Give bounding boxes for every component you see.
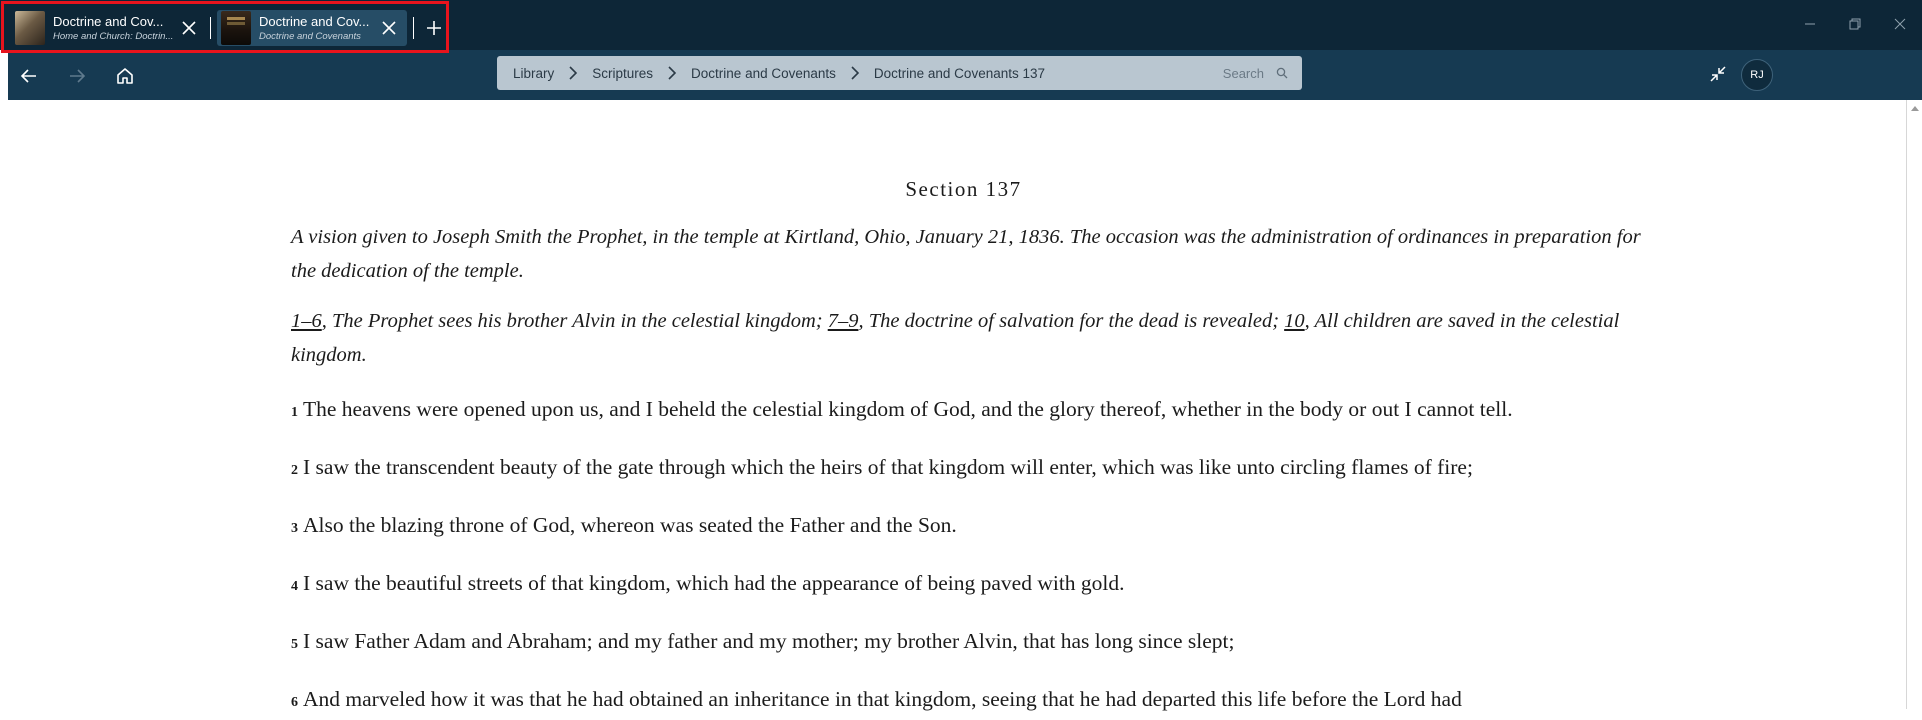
verse[interactable]: 5 I saw Father Adam and Abraham; and my f… <box>291 624 1641 662</box>
chevron-right-icon <box>850 66 860 80</box>
breadcrumb: Library Scriptures Doctrine and Covenant… <box>497 56 1302 90</box>
tab-subtitle: Home and Church: Doctrin... <box>53 30 174 42</box>
section-title: Section 137 <box>905 177 1022 201</box>
home-button[interactable] <box>112 63 138 89</box>
verse-text: Also the blazing throne of God, whereon … <box>303 513 957 537</box>
minimize-icon <box>1805 23 1815 25</box>
close-icon <box>1894 18 1906 30</box>
tab-thumbnail-image <box>15 11 45 45</box>
chevron-right-icon <box>568 66 578 80</box>
verse-number: 4 <box>291 579 298 594</box>
verse-number: 1 <box>291 405 298 420</box>
back-button[interactable] <box>16 63 42 89</box>
verse[interactable]: 6 And marveled how it was that he had obt… <box>291 682 1641 720</box>
new-tab-button[interactable] <box>422 16 446 40</box>
breadcrumb-library[interactable]: Library <box>513 66 554 81</box>
tab-doctrine-and-covenants[interactable]: Doctrine and Cov... Doctrine and Covenan… <box>217 10 407 46</box>
window-edge <box>0 0 8 709</box>
scripture-content: Section 137 A vision given to Joseph Smi… <box>291 100 1641 720</box>
close-icon[interactable] <box>379 18 399 38</box>
tab-title: Doctrine and Cov... <box>259 13 370 29</box>
search-icon[interactable] <box>1276 67 1288 79</box>
arrow-right-icon <box>70 69 86 83</box>
scrollbar[interactable] <box>1906 100 1922 709</box>
verse-text: I saw the beautiful streets of that king… <box>303 571 1125 595</box>
verse[interactable]: 1 The heavens were opened upon us, and I … <box>291 392 1641 430</box>
tab-separator <box>413 17 414 39</box>
minimize-button[interactable] <box>1798 12 1822 36</box>
verse[interactable]: 3 Also the blazing throne of God, whereon… <box>291 508 1641 546</box>
verse-text: I saw the transcendent beauty of the gat… <box>303 455 1473 479</box>
plus-icon <box>427 21 441 35</box>
section-summary: 1–6, The Prophet sees his brother Alvin … <box>291 304 1641 372</box>
breadcrumb-current[interactable]: Doctrine and Covenants 137 <box>874 66 1045 81</box>
avatar[interactable]: RJ <box>1741 59 1773 91</box>
navigation-bar: Library Scriptures Doctrine and Covenant… <box>8 50 1922 100</box>
verse-text: The heavens were opened upon us, and I b… <box>303 397 1513 421</box>
summary-ref-link[interactable]: 10 <box>1284 310 1305 332</box>
section-intro: A vision given to Joseph Smith the Proph… <box>291 226 1641 282</box>
scroll-up-icon[interactable] <box>1910 103 1920 113</box>
verse[interactable]: 4 I saw the beautiful streets of that kin… <box>291 566 1641 604</box>
close-icon[interactable] <box>179 18 199 38</box>
window-close-button[interactable] <box>1888 12 1912 36</box>
breadcrumb-doctrine-and-covenants[interactable]: Doctrine and Covenants <box>691 66 836 81</box>
verse[interactable]: 2 I saw the transcendent beauty of the ga… <box>291 450 1641 488</box>
restore-button[interactable] <box>1843 12 1867 36</box>
collapse-icon[interactable] <box>1705 61 1731 87</box>
title-bar: Doctrine and Cov... Home and Church: Doc… <box>0 0 1922 50</box>
summary-text: , The doctrine of salvation for the dead… <box>858 310 1285 332</box>
verse-number: 2 <box>291 463 298 478</box>
tab-subtitle: Doctrine and Covenants <box>259 30 361 42</box>
summary-ref-link[interactable]: 1–6 <box>291 310 322 332</box>
tab-thumbnail-image <box>221 11 251 45</box>
breadcrumb-scriptures[interactable]: Scriptures <box>592 66 653 81</box>
forward-button[interactable] <box>64 63 90 89</box>
verse-number: 5 <box>291 637 298 652</box>
verse-number: 3 <box>291 521 298 536</box>
tab-separator <box>210 17 211 39</box>
restore-icon <box>1849 18 1861 30</box>
search-placeholder: Search <box>1222 65 1264 81</box>
home-icon <box>117 68 133 84</box>
summary-ref-link[interactable]: 7–9 <box>828 310 859 332</box>
arrow-left-icon <box>20 69 36 83</box>
search-input[interactable]: Search <box>1223 56 1288 90</box>
summary-text: , The Prophet sees his brother Alvin in … <box>321 310 828 332</box>
tab-title: Doctrine and Cov... <box>53 13 164 29</box>
chevron-right-icon <box>667 66 677 80</box>
tab-home-and-church[interactable]: Doctrine and Cov... Home and Church: Doc… <box>11 10 207 46</box>
verse-number: 6 <box>291 695 298 710</box>
verse-text: And marveled how it was that he had obta… <box>303 687 1462 711</box>
verse-text: I saw Father Adam and Abraham; and my fa… <box>303 629 1235 653</box>
